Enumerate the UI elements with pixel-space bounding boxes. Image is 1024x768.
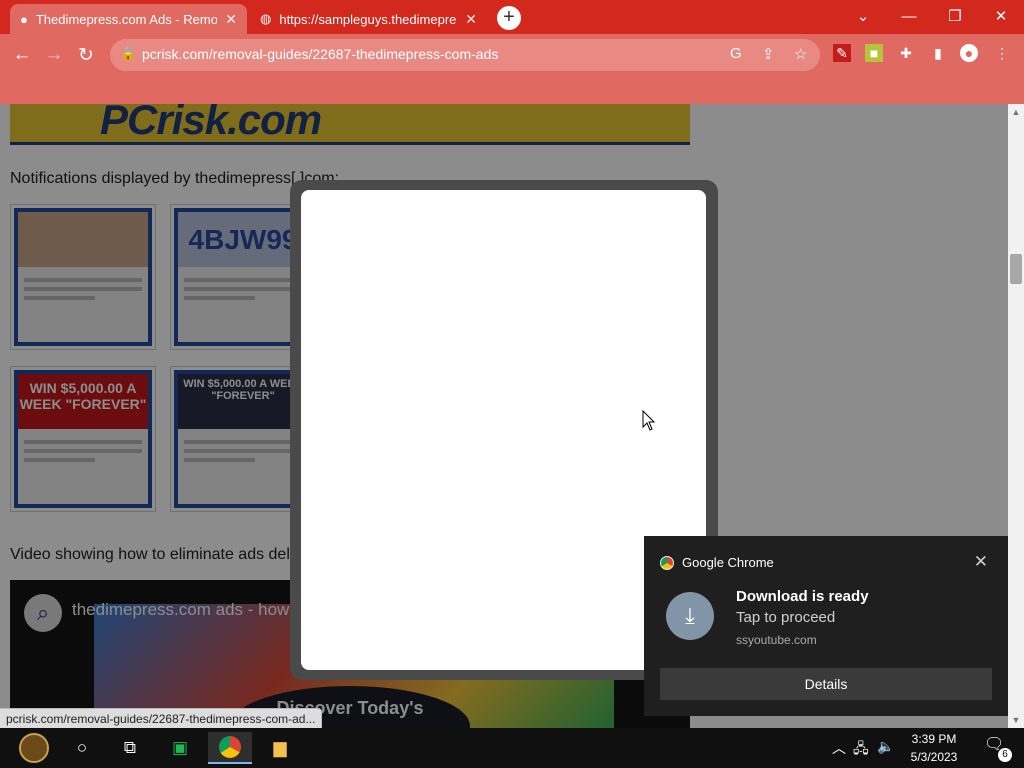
tab-sampleguys[interactable]: ◍ https://sampleguys.thedimepre ✕ bbox=[250, 4, 487, 34]
tab-search-icon[interactable]: ⌄ bbox=[843, 2, 883, 30]
download-icon: ⤓ bbox=[666, 592, 714, 640]
bookmark-star-icon[interactable]: ☆ bbox=[794, 45, 807, 63]
side-panel-icon[interactable]: ▮ bbox=[929, 44, 947, 62]
volume-muted-icon[interactable]: 🔈 bbox=[877, 738, 894, 755]
minimize-button[interactable]: — bbox=[889, 2, 929, 30]
download-notification[interactable]: Google Chrome ✕ ⤓ Download is ready Tap … bbox=[644, 536, 1008, 716]
cortana-icon[interactable]: ○ bbox=[60, 732, 104, 764]
extension-green-icon[interactable]: ■ bbox=[865, 44, 883, 62]
share-icon[interactable]: ⇪ bbox=[762, 45, 775, 63]
restore-button[interactable]: ❐ bbox=[935, 2, 975, 30]
notification-subtitle: Tap to proceed bbox=[736, 609, 836, 626]
scroll-up-icon[interactable]: ▲ bbox=[1008, 106, 1024, 118]
clock-time: 3:39 PM bbox=[911, 732, 957, 746]
link-status-bar: pcrisk.com/removal-guides/22687-thedimep… bbox=[0, 708, 323, 730]
notification-title: Download is ready bbox=[736, 588, 869, 605]
start-button[interactable] bbox=[12, 732, 56, 764]
chrome-icon bbox=[660, 555, 674, 570]
tab-title: https://sampleguys.thedimepre bbox=[279, 11, 457, 27]
notification-app-name: Google Chrome bbox=[682, 555, 774, 570]
globe-icon: ◍ bbox=[260, 11, 272, 26]
system-clock[interactable]: 3:39 PM 5/3/2023 bbox=[900, 730, 968, 766]
tab-strip: ● Thedimepress.com Ads - Remo ✕ ◍ https:… bbox=[0, 0, 1024, 34]
google-lens-icon[interactable]: G bbox=[730, 45, 742, 62]
file-explorer-icon[interactable]: ▆ bbox=[258, 732, 302, 764]
back-button[interactable]: ← bbox=[7, 40, 37, 70]
pcrisk-favicon-icon: ● bbox=[20, 11, 28, 27]
close-tab-icon[interactable]: ✕ bbox=[465, 11, 477, 28]
profile-avatar-icon[interactable]: ● bbox=[960, 44, 978, 62]
notification-source: ssyoutube.com bbox=[736, 633, 817, 647]
action-center-icon[interactable]: 🗨 6 bbox=[984, 734, 1012, 762]
menu-kebab-icon[interactable]: ⋮ bbox=[993, 44, 1011, 62]
windows-taskbar: ○ ⧉ ▣ ▆ ︿ 🖧 🔈 3:39 PM 5/3/2023 🗨 6 bbox=[0, 728, 1024, 768]
new-tab-button[interactable]: + bbox=[497, 6, 521, 30]
url-text: pcrisk.com/removal-guides/22687-thedimep… bbox=[142, 46, 499, 62]
notification-count-badge: 6 bbox=[998, 748, 1012, 762]
close-window-button[interactable]: ✕ bbox=[981, 2, 1021, 30]
network-icon[interactable]: 🖧 bbox=[853, 738, 869, 762]
browser-toolbar: ← → ↻ 🔒 pcrisk.com/removal-guides/22687-… bbox=[0, 34, 1024, 104]
scroll-down-icon[interactable]: ▼ bbox=[1008, 714, 1024, 726]
close-notification-icon[interactable]: ✕ bbox=[974, 552, 988, 572]
forward-button[interactable]: → bbox=[39, 40, 69, 70]
show-hidden-icons-icon[interactable]: ︿ bbox=[832, 738, 846, 758]
extensions-puzzle-icon[interactable]: ✚ bbox=[897, 44, 915, 62]
extension-red-icon[interactable]: ✎ bbox=[833, 44, 851, 62]
scrollbar-thumb[interactable] bbox=[1010, 254, 1022, 284]
notification-app: Google Chrome bbox=[660, 555, 774, 570]
reload-button[interactable]: ↻ bbox=[71, 40, 101, 70]
mouse-cursor-icon bbox=[642, 410, 656, 431]
clock-date: 5/3/2023 bbox=[910, 750, 958, 764]
page-scrollbar[interactable] bbox=[1008, 104, 1024, 728]
chrome-taskbar-icon[interactable] bbox=[208, 732, 252, 764]
tab-title: Thedimepress.com Ads - Remo bbox=[35, 11, 218, 27]
task-view-icon[interactable]: ⧉ bbox=[108, 732, 152, 764]
close-tab-icon[interactable]: ✕ bbox=[225, 11, 237, 28]
address-bar[interactable]: 🔒 pcrisk.com/removal-guides/22687-thedim… bbox=[110, 39, 820, 71]
details-button[interactable]: Details bbox=[660, 668, 992, 700]
sheets-app-icon[interactable]: ▣ bbox=[158, 732, 202, 764]
tab-thedimepress-guide[interactable]: ● Thedimepress.com Ads - Remo ✕ bbox=[10, 4, 247, 34]
lock-icon[interactable]: 🔒 bbox=[120, 46, 136, 62]
